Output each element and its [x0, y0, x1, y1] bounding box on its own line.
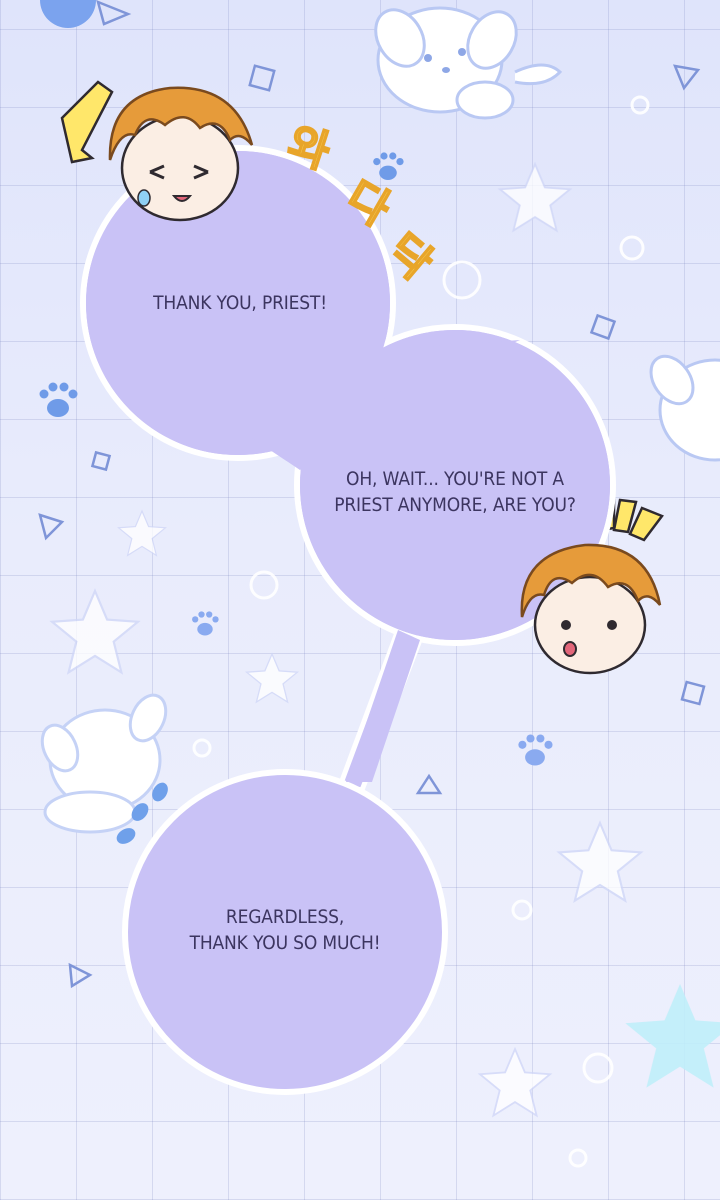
- puppy-doodle-icon: [40, 693, 168, 834]
- triangle-icon: [672, 64, 701, 91]
- circle-icon: [192, 738, 212, 758]
- paw-print-icon: [39, 382, 78, 417]
- circle-icon: [582, 1052, 614, 1084]
- paw-print-icon: [192, 611, 219, 636]
- webtoon-panel: 와 다 닥 THANK YOU, PRIEST! OH, WAIT... YOU…: [0, 0, 720, 1200]
- bubble-connector-fill: [346, 630, 420, 782]
- circle-icon: [630, 95, 650, 115]
- circle-icon: [619, 235, 645, 261]
- triangle-icon: [415, 773, 443, 795]
- triangle-icon: [38, 513, 65, 541]
- circle-icon: [249, 570, 279, 600]
- bubble-text-regardless: REGARDLESS, THANK YOU SO MUCH!: [155, 904, 416, 956]
- circle-icon: [568, 1148, 588, 1168]
- diamond-icon: [248, 64, 276, 92]
- diamond-icon: [90, 450, 112, 472]
- dialogue-line: PRIEST ANYMORE, ARE YOU?: [334, 494, 576, 516]
- dialogue-line: OH, WAIT... YOU'RE NOT A: [346, 468, 564, 490]
- star-icon: [625, 984, 720, 1088]
- triangle-icon: [68, 962, 93, 989]
- dialogue-line: THANK YOU SO MUCH!: [189, 932, 381, 954]
- star-icon: [478, 1048, 551, 1117]
- star-icon: [498, 163, 571, 232]
- diamond-icon: [589, 313, 617, 341]
- bubble-text-thank-you-priest: THANK YOU, PRIEST!: [123, 290, 357, 316]
- puppy-doodle-icon: [649, 354, 720, 462]
- exclamation-mark-icon: [60, 80, 114, 164]
- circle-icon: [40, 0, 96, 28]
- paw-print-icon: [518, 734, 553, 766]
- dialogue-line: REGARDLESS,: [225, 906, 345, 928]
- star-icon: [50, 589, 139, 674]
- chibi-character-surprised: [520, 543, 662, 675]
- circle-icon: [442, 260, 482, 300]
- triangle-icon: [96, 0, 132, 26]
- puppy-doodle-icon: [374, 6, 563, 120]
- diamond-icon: [680, 680, 706, 706]
- dialogue-line: THANK YOU, PRIEST!: [153, 292, 327, 314]
- star-icon: [117, 510, 166, 557]
- star-icon: [245, 653, 299, 703]
- star-icon: [557, 821, 643, 902]
- bubble-text-not-a-priest: OH, WAIT... YOU'RE NOT A PRIEST ANYMORE,…: [316, 466, 595, 518]
- circle-icon: [511, 899, 533, 921]
